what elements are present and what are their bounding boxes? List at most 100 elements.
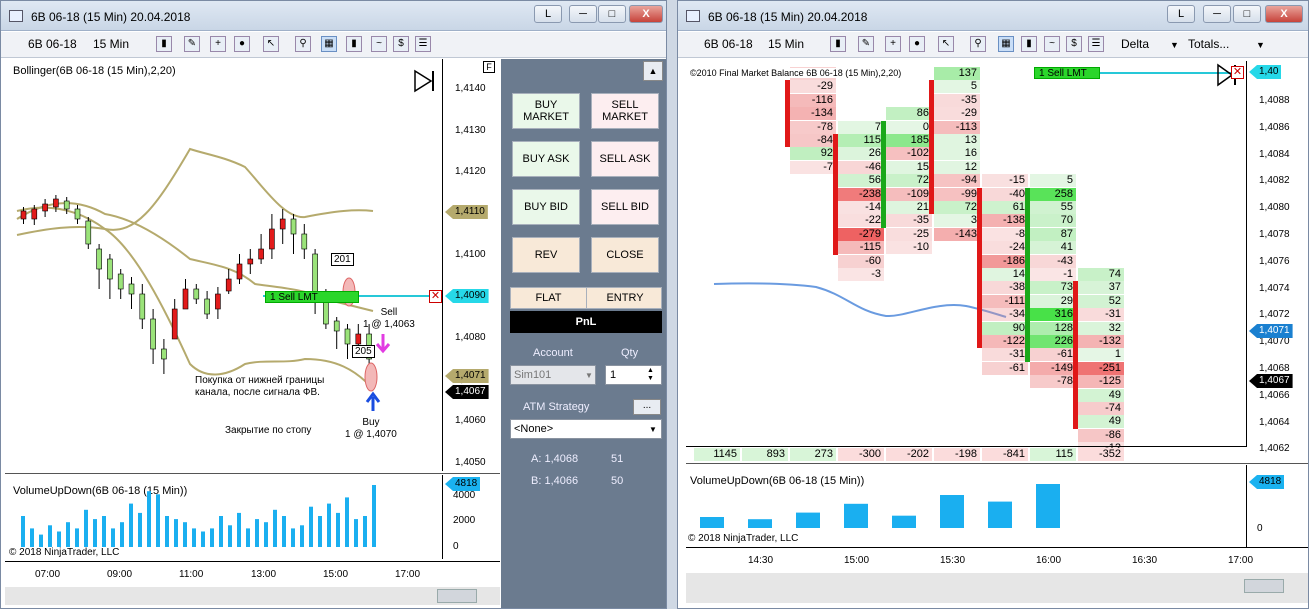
right-interval-selector[interactable]: 15 Min (768, 37, 804, 51)
entry-button[interactable]: ENTRY (587, 288, 663, 308)
line-chart-icon[interactable]: ~ (371, 36, 387, 52)
volume-bar (291, 528, 295, 547)
candle-body (63, 200, 70, 210)
right-maximize-button[interactable]: □ (1233, 5, 1261, 23)
volume-bar (264, 522, 268, 547)
rev-button[interactable]: REV (512, 237, 580, 273)
vol-tick-4000: 4000 (453, 490, 476, 501)
zoom-icon[interactable]: ⚲ (295, 36, 311, 52)
volume-bar (147, 491, 151, 547)
right-instrument-selector[interactable]: 6B 06-18 (704, 37, 753, 51)
cancel-order-icon[interactable]: ✕ (429, 290, 442, 303)
right-properties-icon[interactable]: ☰ (1088, 36, 1104, 52)
sell-ask-button[interactable]: SELL ASK (591, 141, 659, 177)
footprint-cell: -116 (790, 93, 836, 107)
cursor-icon[interactable]: ↖ (263, 36, 279, 52)
footprint-chart[interactable]: -55-29-116-134-78-8492-7711526-4656-238-… (686, 61, 1246, 456)
properties-icon[interactable]: ☰ (415, 36, 431, 52)
right-candles-icon[interactable]: ▮ (1021, 36, 1037, 52)
footprint-cell: -61 (982, 361, 1028, 375)
right-zoom-icon[interactable]: ⚲ (970, 36, 986, 52)
volume-bar (102, 516, 106, 547)
candle-body (301, 233, 308, 250)
delta-dropdown-icon[interactable]: ▼ (1170, 40, 1179, 50)
buy-market-button[interactable]: BUY MARKET (512, 93, 580, 129)
right-sell-lmt-order[interactable]: 1 Sell LMT (1034, 67, 1100, 79)
account-select[interactable]: Sim101 (510, 365, 596, 385)
comment-buy-channel: Покупка от нижней границы канала, после … (195, 375, 325, 398)
time-1700: 17:00 (395, 569, 421, 580)
atm-dropdown-icon[interactable]: ▼ (649, 425, 657, 434)
left-maximize-button[interactable]: □ (598, 5, 626, 23)
vol-tick-2000: 2000 (453, 515, 476, 526)
right-minimize-button[interactable]: ─ (1203, 5, 1231, 23)
right-bar-type-icon[interactable]: ▮ (830, 36, 846, 52)
interval-selector[interactable]: 15 Min (93, 37, 129, 51)
add-indicator-icon[interactable]: + (210, 36, 226, 52)
totals-dropdown-icon[interactable]: ▼ (1256, 40, 1265, 50)
candles-icon[interactable]: ▮ (346, 36, 362, 52)
pnl-display: PnL (510, 311, 662, 333)
total-cell: 115 (1030, 448, 1076, 461)
left-close-button[interactable]: X (629, 5, 663, 23)
atm-settings-button[interactable]: ... (633, 399, 661, 415)
left-minimize-icon-button[interactable]: ─ (569, 5, 597, 23)
sell-arrow-icon (375, 334, 391, 354)
left-price-chart[interactable]: Bollinger(6B 06-18 (15 Min),2,20) F 201 … (5, 59, 500, 471)
left-minimize-button[interactable]: L (534, 5, 562, 23)
total-cell: 1145 (694, 448, 740, 461)
volume-bar (363, 516, 367, 547)
atm-strategy-select[interactable]: <None> (510, 419, 662, 439)
footprint-cell: 37 (1078, 281, 1124, 295)
footprint-cell: -10 (886, 241, 932, 255)
vol-tick-0: 0 (453, 541, 459, 552)
candle-body (193, 288, 200, 300)
right-window-title: 6B 06-18 (15 Min) 20.04.2018 (708, 10, 868, 24)
right-pencil-icon[interactable]: ✎ (858, 36, 874, 52)
account-dropdown-icon[interactable]: ▼ (585, 371, 593, 380)
rtime-1430: 14:30 (748, 555, 774, 566)
chart-trader-icon[interactable]: ▦ (321, 36, 337, 52)
left-scrollbar[interactable] (5, 587, 500, 605)
right-current-tag: 1,4071 (1249, 324, 1293, 338)
right-data-box-icon[interactable]: $ (1066, 36, 1082, 52)
right-add-indicator-icon[interactable]: + (885, 36, 901, 52)
right-scrollbar[interactable] (686, 573, 1308, 603)
pencil-icon[interactable]: ✎ (184, 36, 200, 52)
data-box-icon[interactable]: $ (393, 36, 409, 52)
right-scroll-thumb[interactable] (1244, 579, 1284, 593)
sell-market-button[interactable]: SELL MARKET (591, 93, 659, 129)
sell-lmt-order[interactable]: 1 Sell LMT (265, 291, 359, 303)
footprint-cell: -78 (790, 120, 836, 134)
right-cancel-order-icon[interactable]: ✕ (1231, 66, 1244, 79)
right-chart-trader-icon[interactable]: ▦ (998, 36, 1014, 52)
buy-ask-button[interactable]: BUY ASK (512, 141, 580, 177)
right-line-chart-icon[interactable]: ~ (1044, 36, 1060, 52)
flat-button[interactable]: FLAT (511, 288, 587, 308)
buy-bid-button[interactable]: BUY BID (512, 189, 580, 225)
close-button[interactable]: CLOSE (591, 237, 659, 273)
candle-body (269, 228, 275, 250)
left-scroll-thumb[interactable] (437, 589, 477, 603)
bar-type-icon[interactable]: ▮ (156, 36, 172, 52)
right-strategy-icon[interactable]: ● (909, 36, 925, 52)
delta-selector[interactable]: Delta (1121, 37, 1149, 51)
instrument-selector[interactable]: 6B 06-18 (28, 37, 77, 51)
panel-collapse-icon[interactable]: ▲ (643, 61, 663, 81)
candlesticks (20, 195, 372, 379)
sell-bid-button[interactable]: SELL BID (591, 189, 659, 225)
footprint-cell: -99 (934, 187, 980, 201)
totals-selector[interactable]: Totals... (1188, 37, 1229, 51)
right-close-button[interactable]: X (1265, 5, 1303, 23)
volume-bar (345, 497, 349, 547)
footprint-cell: -111 (982, 294, 1028, 308)
current-price-tag: 1,4090 (445, 289, 489, 303)
right-restore-button[interactable]: L (1167, 5, 1195, 23)
right-volume-panel[interactable]: VolumeUpDown(6B 06-18 (15 Min)) © 2018 N… (686, 465, 1246, 547)
footprint-cell: -74 (1078, 402, 1124, 415)
strategy-icon[interactable]: ● (234, 36, 250, 52)
left-volume-panel[interactable]: VolumeUpDown(6B 06-18 (15 Min)) © 2018 N… (5, 475, 442, 559)
qty-stepper-icon[interactable]: ▲ ▼ (647, 367, 654, 383)
right-cursor-icon[interactable]: ↖ (938, 36, 954, 52)
footprint-bar (977, 187, 982, 349)
